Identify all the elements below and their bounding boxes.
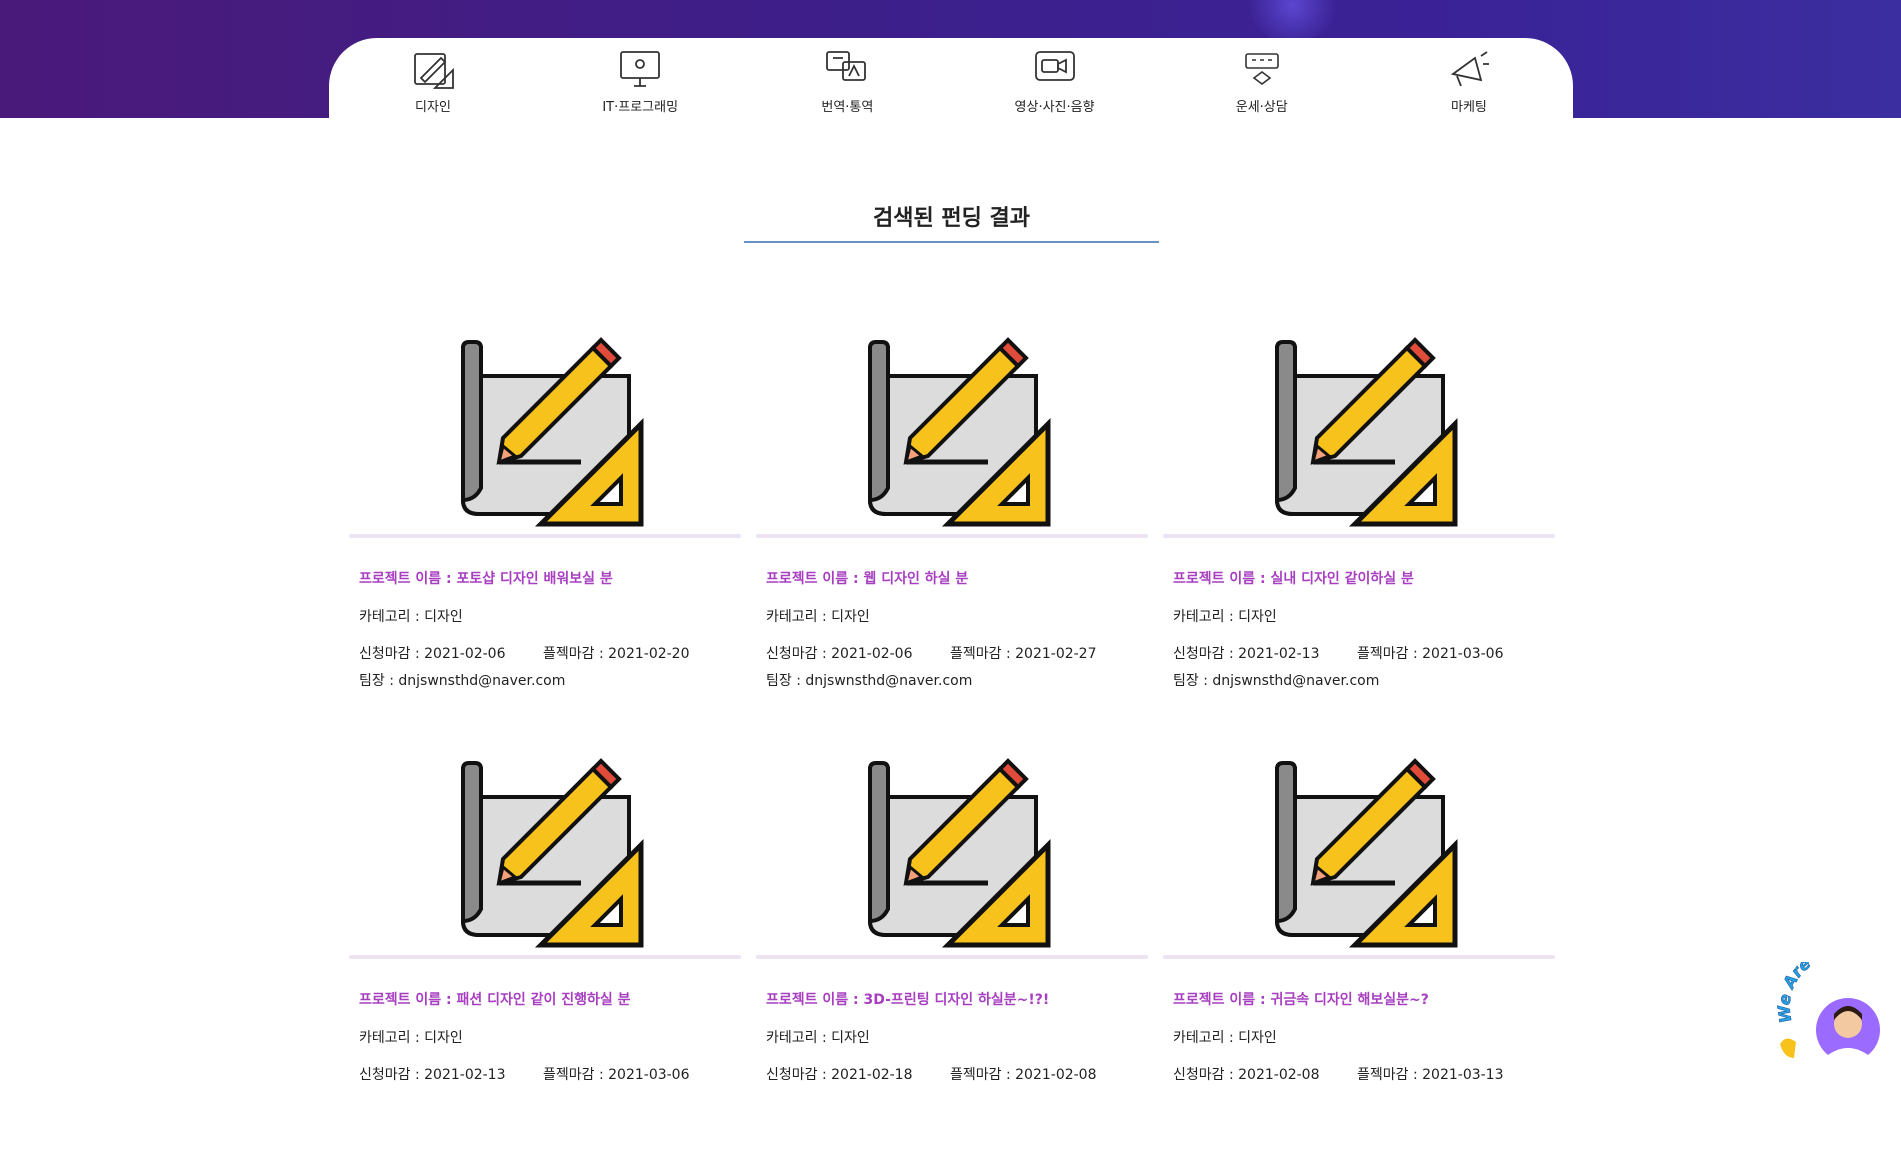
apply-deadline: 신청마감 : 2021-02-13 xyxy=(1173,646,1320,662)
category-label: 영상·사진·음향 xyxy=(1014,100,1095,115)
apply-deadline: 신청마감 : 2021-02-18 xyxy=(766,1067,913,1083)
category-bar: 디자인 IT·프로그래밍 번역·통역 영상·사진·음향 운세·상담 마케팅 xyxy=(329,38,1573,138)
card-dates: 신청마감 : 2021-02-18 플젝마감 : 2021-02-08 xyxy=(766,1064,1097,1084)
blueprint-pencil-icon xyxy=(868,758,1051,948)
card-image[interactable] xyxy=(1163,739,1555,949)
card-image[interactable] xyxy=(1163,318,1555,528)
card-image[interactable] xyxy=(349,318,741,528)
category-label: 마케팅 xyxy=(1450,100,1487,115)
category-fortune[interactable]: 운세·상담 xyxy=(1202,38,1322,138)
project-deadline: 플젝마감 : 2021-03-06 xyxy=(543,1067,690,1083)
project-deadline: 플젝마감 : 2021-03-06 xyxy=(1357,646,1504,662)
fortune-icon xyxy=(1244,53,1279,85)
blueprint-pencil-icon xyxy=(868,337,1051,527)
card-category: 카테고리 : 디자인 xyxy=(1173,1030,1277,1046)
project-deadline: 플젝마감 : 2021-02-08 xyxy=(950,1067,1097,1083)
blueprint-pencil-icon xyxy=(1275,337,1458,527)
card-title[interactable]: 프로젝트 이름 : 패션 디자인 같이 진행하실 분 xyxy=(359,989,631,1009)
category-video[interactable]: 영상·사진·음향 xyxy=(995,38,1115,138)
card-title[interactable]: 프로젝트 이름 : 웹 디자인 하실 분 xyxy=(766,568,968,588)
category-label: 운세·상담 xyxy=(1235,100,1288,115)
results-heading: 검색된 펀딩 결과 xyxy=(873,206,1030,231)
card-category: 카테고리 : 디자인 xyxy=(359,1030,463,1046)
card-title[interactable]: 프로젝트 이름 : 3D-프린팅 디자인 하실분~!?! xyxy=(766,989,1049,1009)
card-image[interactable] xyxy=(756,318,1148,528)
card-divider xyxy=(1163,955,1555,959)
card-category: 카테고리 : 디자인 xyxy=(1173,609,1277,625)
project-deadline: 플젝마감 : 2021-02-27 xyxy=(950,646,1097,662)
card-title[interactable]: 프로젝트 이름 : 귀금속 디자인 해보실분~? xyxy=(1173,989,1429,1009)
category-it[interactable]: IT·프로그래밍 xyxy=(580,38,700,138)
funding-card[interactable]: 프로젝트 이름 : 실내 디자인 같이하실 분 카테고리 : 디자인 신청마감 … xyxy=(1163,318,1555,748)
monitor-icon xyxy=(620,51,661,87)
category-label: 디자인 xyxy=(415,100,451,115)
video-icon xyxy=(1034,51,1075,81)
card-leader: 팀장 : dnjswnsthd@naver.com xyxy=(1173,673,1380,689)
card-dates: 신청마감 : 2021-02-06 플젝마감 : 2021-02-20 xyxy=(359,643,690,663)
blueprint-pencil-icon xyxy=(461,337,644,527)
translate-icon xyxy=(826,51,867,81)
project-deadline: 플젝마감 : 2021-03-13 xyxy=(1357,1067,1504,1083)
funding-card[interactable]: 프로젝트 이름 : 패션 디자인 같이 진행하실 분 카테고리 : 디자인 신청… xyxy=(349,739,741,1169)
apply-deadline: 신청마감 : 2021-02-13 xyxy=(359,1067,506,1083)
card-title[interactable]: 프로젝트 이름 : 실내 디자인 같이하실 분 xyxy=(1173,568,1414,588)
funding-card[interactable]: 프로젝트 이름 : 포토샵 디자인 배워보실 분 카테고리 : 디자인 신청마감… xyxy=(349,318,741,748)
design-icon xyxy=(414,53,454,89)
card-category: 카테고리 : 디자인 xyxy=(766,1030,870,1046)
card-leader: 팀장 : dnjswnsthd@naver.com xyxy=(766,673,973,689)
card-image[interactable] xyxy=(349,739,741,949)
card-dates: 신청마감 : 2021-02-08 플젝마감 : 2021-03-13 xyxy=(1173,1064,1504,1084)
card-divider xyxy=(349,534,741,538)
apply-deadline: 신청마감 : 2021-02-06 xyxy=(359,646,506,662)
card-dates: 신청마감 : 2021-02-13 플젝마감 : 2021-03-06 xyxy=(359,1064,690,1084)
header-glow xyxy=(1240,0,1345,40)
card-leader: 팀장 : dnjswnsthd@naver.com xyxy=(359,673,566,689)
project-deadline: 플젝마감 : 2021-02-20 xyxy=(543,646,690,662)
card-divider xyxy=(756,955,1148,959)
category-design[interactable]: 디자인 xyxy=(373,38,493,138)
card-divider xyxy=(349,955,741,959)
card-divider xyxy=(756,534,1148,538)
category-translation[interactable]: 번역·통역 xyxy=(787,38,907,138)
we-are-here-badge[interactable]: We Are Here! xyxy=(1774,941,1894,1068)
card-image[interactable] xyxy=(756,739,1148,949)
heading-underline xyxy=(744,241,1159,243)
funding-card[interactable]: 프로젝트 이름 : 3D-프린팅 디자인 하실분~!?! 카테고리 : 디자인 … xyxy=(756,739,1148,1169)
card-category: 카테고리 : 디자인 xyxy=(766,609,870,625)
card-category: 카테고리 : 디자인 xyxy=(359,609,463,625)
card-divider xyxy=(1163,534,1555,538)
card-title[interactable]: 프로젝트 이름 : 포토샵 디자인 배워보실 분 xyxy=(359,568,613,588)
apply-deadline: 신청마감 : 2021-02-08 xyxy=(1173,1067,1320,1083)
apply-deadline: 신청마감 : 2021-02-06 xyxy=(766,646,913,662)
funding-card[interactable]: 프로젝트 이름 : 귀금속 디자인 해보실분~? 카테고리 : 디자인 신청마감… xyxy=(1163,739,1555,1169)
funding-card[interactable]: 프로젝트 이름 : 웹 디자인 하실 분 카테고리 : 디자인 신청마감 : 2… xyxy=(756,318,1148,748)
blueprint-pencil-icon xyxy=(1275,758,1458,948)
megaphone-icon xyxy=(1450,51,1489,87)
category-label: IT·프로그래밍 xyxy=(602,100,679,115)
blueprint-pencil-icon xyxy=(461,758,644,948)
category-label: 번역·통역 xyxy=(821,100,874,115)
card-dates: 신청마감 : 2021-02-06 플젝마감 : 2021-02-27 xyxy=(766,643,1097,663)
category-marketing[interactable]: 마케팅 xyxy=(1409,38,1529,138)
card-dates: 신청마감 : 2021-02-13 플젝마감 : 2021-03-06 xyxy=(1173,643,1504,663)
